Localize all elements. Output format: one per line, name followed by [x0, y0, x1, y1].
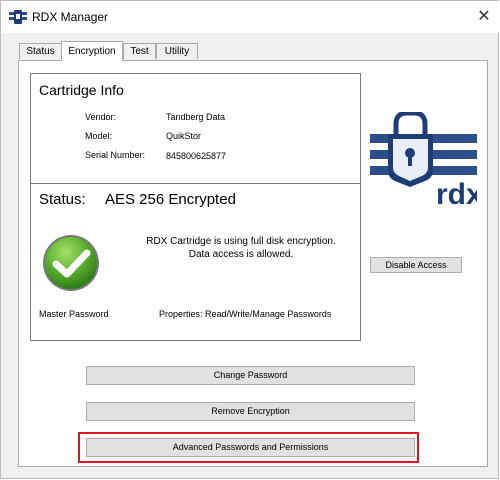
cartridge-info-box: Cartridge Info Vendor: Tandberg Data Mod… — [30, 73, 361, 341]
tab-status[interactable]: Status — [19, 43, 62, 59]
serial-number-value: 845800625877 — [166, 151, 227, 161]
tab-encryption[interactable]: Encryption — [61, 41, 123, 61]
status-value: AES 256 Encrypted — [105, 191, 236, 208]
tab-test[interactable]: Test — [123, 43, 156, 59]
window-title: RDX Manager — [32, 10, 109, 24]
rdx-lock-logo: rdx — [370, 112, 477, 207]
model-value: QuikStor — [166, 131, 202, 141]
encryption-message: RDX Cartridge is using full disk encrypt… — [129, 235, 353, 261]
check-icon — [43, 235, 99, 291]
serial-number-label: Serial Number: — [85, 150, 146, 160]
rdx-manager-window: RDX Manager ✕ Status Encryption Test Uti… — [0, 0, 499, 479]
encryption-message-line1: RDX Cartridge is using full disk encrypt… — [146, 236, 336, 247]
cartridge-info-heading: Cartridge Info — [39, 82, 124, 98]
vendor-value: Tandberg Data — [166, 112, 226, 122]
change-password-button[interactable]: Change Password — [86, 366, 415, 385]
rdx-app-icon — [9, 10, 27, 24]
close-icon[interactable]: ✕ — [469, 1, 499, 33]
vendor-label: Vendor: — [85, 112, 117, 122]
master-password-label: Master Password — [39, 309, 109, 319]
disable-access-button[interactable]: Disable Access — [370, 257, 462, 273]
tab-utility[interactable]: Utility — [156, 43, 198, 59]
status-label: Status: — [39, 191, 86, 208]
remove-encryption-button[interactable]: Remove Encryption — [86, 402, 415, 421]
highlight-box — [78, 432, 419, 463]
title-bar: RDX Manager ✕ — [1, 1, 499, 33]
divider — [31, 183, 360, 184]
properties-label: Properties: Read/Write/Manage Passwords — [159, 309, 332, 319]
rdx-logo-text: rdx — [436, 178, 477, 207]
model-label: Model: — [85, 131, 113, 141]
encryption-message-line2: Data access is allowed. — [188, 249, 294, 260]
